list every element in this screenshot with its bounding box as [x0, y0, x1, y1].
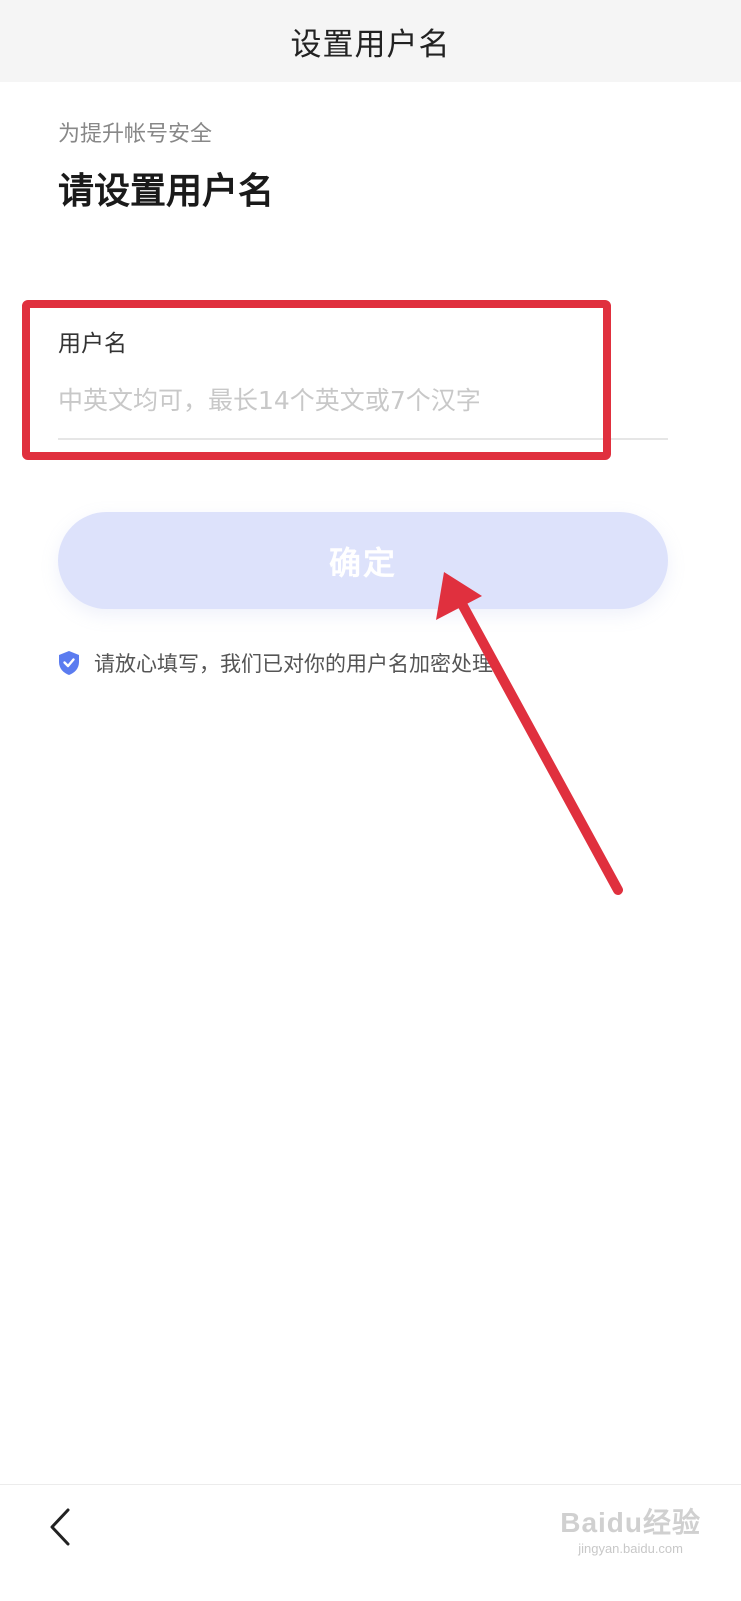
annotation-arrow	[436, 572, 623, 895]
baidu-jingyan-watermark: Baidu经验 jingyan.baidu.com	[560, 1501, 701, 1556]
privacy-notice: 请放心填写，我们已对你的用户名加密处理	[58, 648, 493, 678]
shield-check-icon	[58, 650, 80, 676]
page-title: 设置用户名	[290, 26, 451, 63]
username-input[interactable]	[58, 378, 668, 422]
watermark-url: jingyan.baidu.com	[578, 1541, 683, 1556]
intro-subtitle: 为提升帐号安全	[58, 122, 213, 147]
bottom-bar: Baidu经验 jingyan.baidu.com	[0, 1484, 741, 1601]
username-underline	[58, 438, 668, 440]
username-label: 用户名	[58, 331, 127, 357]
privacy-notice-text: 请放心填写，我们已对你的用户名加密处理	[94, 652, 493, 676]
chevron-left-icon	[50, 1508, 70, 1546]
intro-heading: 请设置用户名	[58, 171, 275, 212]
back-button[interactable]	[40, 1505, 80, 1549]
watermark-logo: Baidu经验	[560, 1507, 701, 1538]
navigation-bar: 设置用户名	[0, 0, 741, 82]
confirm-button[interactable]: 确定	[58, 512, 668, 609]
